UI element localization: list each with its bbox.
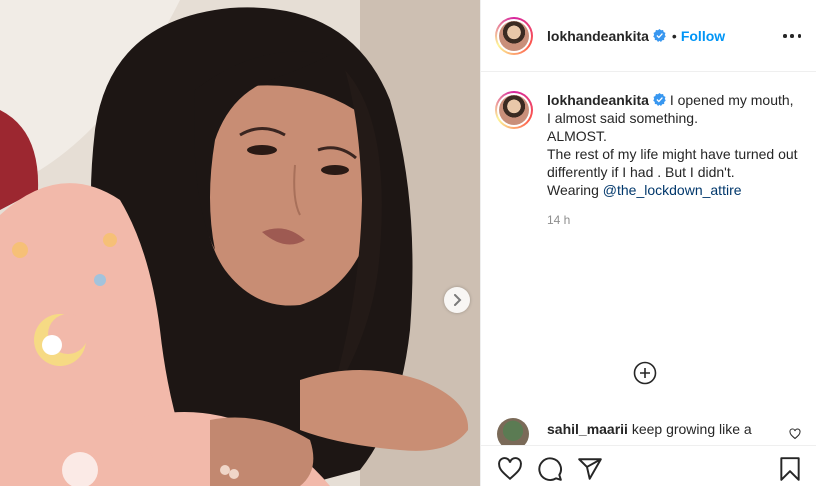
commenter-username[interactable]: sahil_maarii xyxy=(547,421,628,437)
more-options-icon[interactable] xyxy=(783,28,801,44)
caption-body: lokhandeankita I opened my mouth, I almo… xyxy=(547,91,805,229)
caption-username[interactable]: lokhandeankita xyxy=(547,92,649,108)
action-bar xyxy=(481,445,816,486)
post-header: lokhandeankita • Follow xyxy=(481,0,816,72)
caption-line: ALMOST. xyxy=(547,128,607,144)
post-photo xyxy=(0,0,480,486)
bookmark-icon[interactable] xyxy=(777,456,803,482)
heart-small-icon[interactable] xyxy=(789,428,801,440)
post-sidebar: lokhandeankita • Follow lokhandeankita I… xyxy=(480,0,816,486)
comment-item: sahil_maarii keep growing like a xyxy=(497,418,807,445)
caption-line: I almost said something. xyxy=(547,110,698,126)
wearing-label: Wearing xyxy=(547,182,603,198)
share-icon[interactable] xyxy=(577,456,603,482)
avatar-image xyxy=(499,20,529,51)
follow-button[interactable]: Follow xyxy=(681,28,725,44)
avatar-image xyxy=(499,95,529,125)
post-timestamp[interactable]: 14 h xyxy=(547,211,805,229)
author-username[interactable]: lokhandeankita xyxy=(547,28,649,44)
caption-line: The rest of my life might have turned ou… xyxy=(547,146,798,180)
commenter-avatar[interactable] xyxy=(497,418,529,445)
caption-text: I opened my mouth, xyxy=(669,92,794,108)
caption: lokhandeankita I opened my mouth, I almo… xyxy=(495,91,805,229)
comment-icon[interactable] xyxy=(537,456,563,482)
comment-text: keep growing like a xyxy=(631,421,752,437)
instagram-post: lokhandeankita • Follow lokhandeankita I… xyxy=(0,0,816,486)
comments-section[interactable]: lokhandeankita I opened my mouth, I almo… xyxy=(481,73,816,445)
next-image-button[interactable] xyxy=(444,287,470,313)
header-separator: • xyxy=(671,27,677,44)
author-avatar[interactable] xyxy=(495,16,533,55)
verified-badge-icon xyxy=(653,29,666,42)
heart-icon[interactable] xyxy=(497,456,523,482)
verified-badge-icon xyxy=(653,93,666,106)
caption-avatar[interactable] xyxy=(495,91,533,129)
plus-circle-icon[interactable] xyxy=(633,361,657,385)
post-media[interactable] xyxy=(0,0,480,486)
chevron-right-icon xyxy=(454,294,462,306)
mention-link[interactable]: @the_lockdown_attire xyxy=(603,182,742,198)
